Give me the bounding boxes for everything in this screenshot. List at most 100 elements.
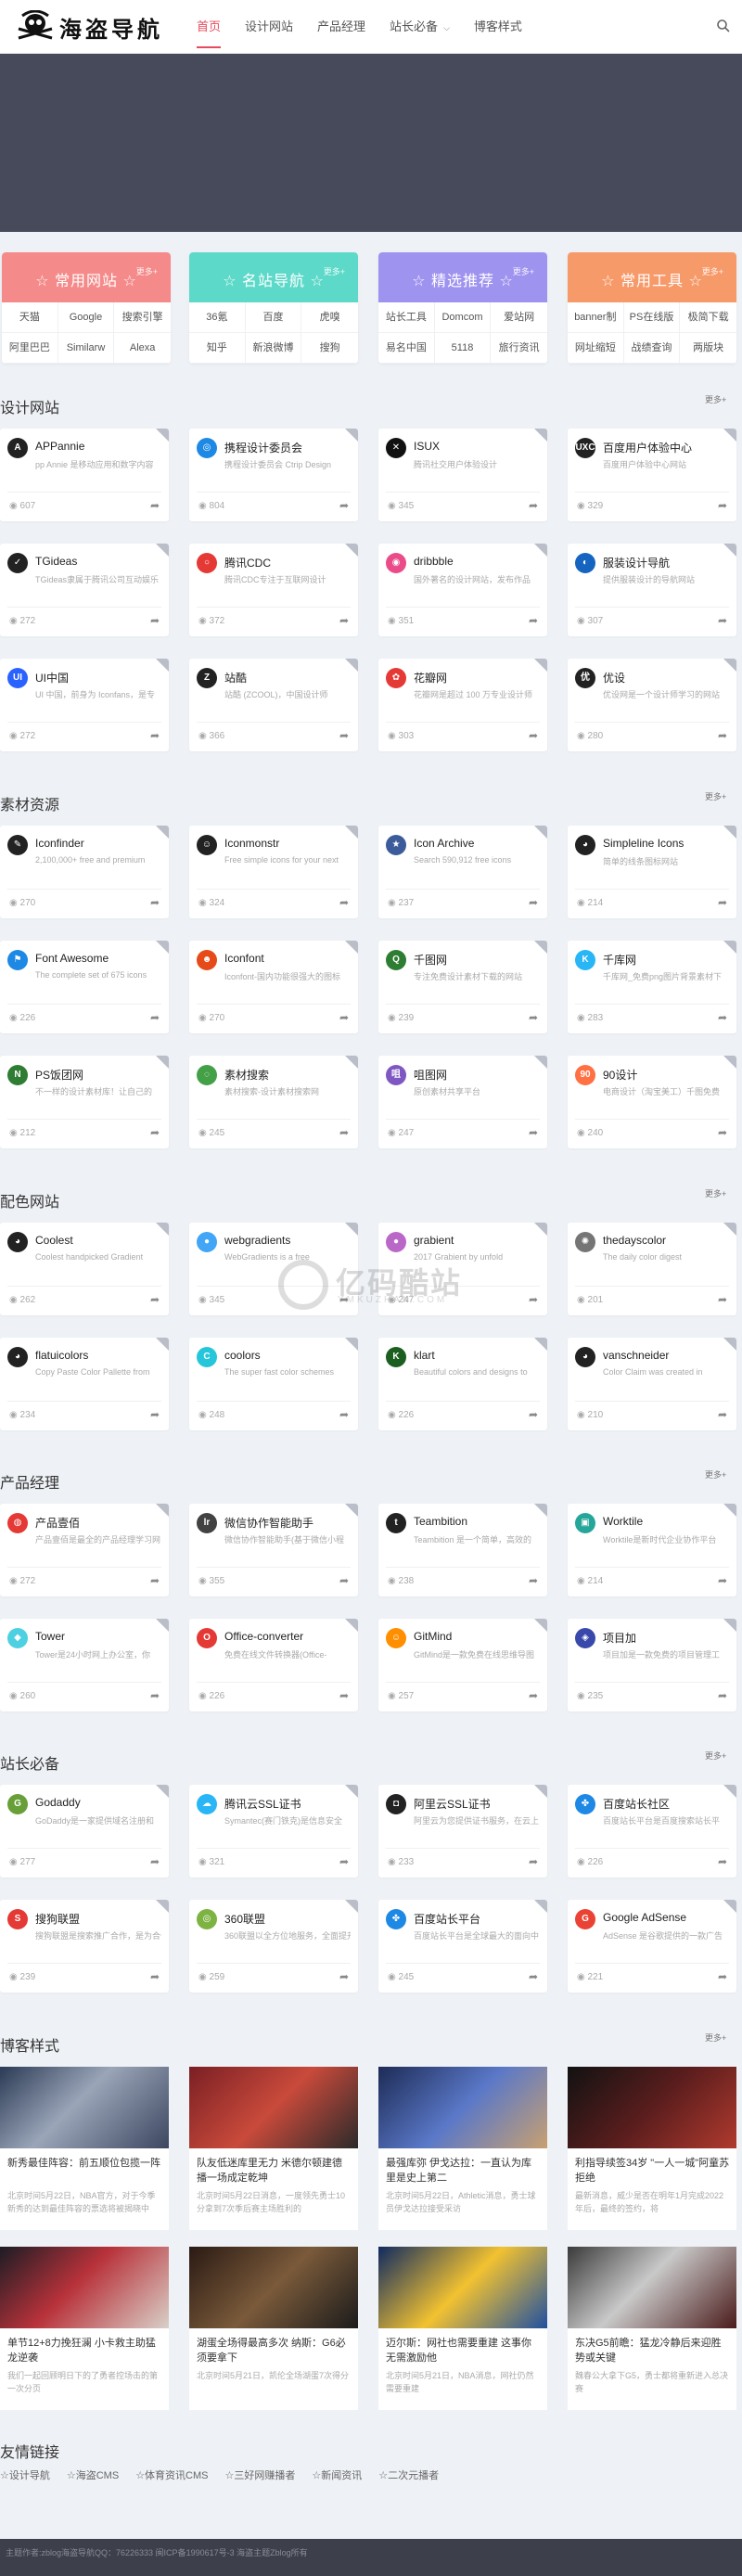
category-link[interactable]: 极简下载	[680, 302, 736, 333]
blog-post-title[interactable]: 湖蛋全场得最高多次 纳斯：G6必须要拿下	[197, 2336, 352, 2365]
blog-thumbnail[interactable]	[378, 2247, 547, 2328]
site-name[interactable]: Icon Archive	[414, 837, 534, 850]
site-name[interactable]: 站酷	[224, 670, 345, 686]
share-icon[interactable]: ➦	[150, 1970, 160, 1983]
share-icon[interactable]: ➦	[529, 729, 538, 742]
friend-link[interactable]: ☆新闻资讯	[312, 2467, 362, 2482]
category-link[interactable]: 阿里巴巴	[2, 333, 58, 364]
share-icon[interactable]: ➦	[529, 896, 538, 909]
site-card[interactable]: ☺ GitMind GitMind是一款免费在线思维导图 ◉ 257 ➦	[378, 1619, 547, 1711]
site-card[interactable]: ✿ 花瓣网 花瓣网是超过 100 万专业设计师 ◉ 303 ➦	[378, 659, 547, 751]
site-name[interactable]: 阿里云SSL证书	[414, 1796, 534, 1812]
site-card[interactable]: ★ Icon Archive Search 590,912 free icons…	[378, 826, 547, 918]
site-card[interactable]: K klart Beautiful colors and designs to …	[378, 1338, 547, 1430]
site-card[interactable]: N PS饭团网 不一样的设计素材库！让自己的 ◉ 212 ➦	[0, 1056, 169, 1148]
site-card[interactable]: ◕ flatuicolors Copy Paste Color Pallette…	[0, 1338, 169, 1430]
share-icon[interactable]: ➦	[718, 1408, 727, 1421]
share-icon[interactable]: ➦	[150, 1293, 160, 1306]
share-icon[interactable]: ➦	[718, 1574, 727, 1587]
site-card[interactable]: UXC 百度用户体验中心 百度用户体验中心网站 ◉ 329 ➦	[568, 429, 736, 521]
site-card[interactable]: C coolors The super fast color schemes ◉…	[189, 1338, 358, 1430]
site-card[interactable]: ◌ 素材搜索 素材搜索-设计素材搜索网 ◉ 245 ➦	[189, 1056, 358, 1148]
category-link[interactable]: 易名中国	[378, 333, 435, 364]
nav-home[interactable]: 首页	[197, 0, 222, 54]
share-icon[interactable]: ➦	[529, 1011, 538, 1024]
share-icon[interactable]: ➦	[529, 1855, 538, 1868]
site-card[interactable]: ✎ Iconfinder 2,100,000+ free and premium…	[0, 826, 169, 918]
site-card[interactable]: ◎ 携程设计委员会 携程设计委员会 Ctrip Design ◉ 804 ➦	[189, 429, 358, 521]
share-icon[interactable]: ➦	[150, 1855, 160, 1868]
category-link[interactable]: Domcom	[434, 302, 492, 333]
blog-thumbnail[interactable]	[0, 2067, 169, 2148]
category-more-link[interactable]: 更多+	[513, 265, 534, 277]
site-card[interactable]: t Teambition Teambition 是一个简单，高效的 ◉ 238 …	[378, 1504, 547, 1596]
site-name[interactable]: Simpleline Icons	[603, 837, 723, 850]
category-more-link[interactable]: 更多+	[702, 265, 723, 277]
site-card[interactable]: ✤ 百度站长社区 百度站长平台是百度搜索站长平 ◉ 226 ➦	[568, 1785, 736, 1878]
site-name[interactable]: Tower	[35, 1630, 156, 1643]
site-name[interactable]: 咀图网	[414, 1067, 534, 1083]
share-icon[interactable]: ➦	[150, 1126, 160, 1139]
share-icon[interactable]: ➦	[339, 729, 349, 742]
site-name[interactable]: Teambition	[414, 1515, 534, 1528]
category-link[interactable]: 知乎	[189, 333, 246, 364]
site-card[interactable]: 咀 咀图网 原创素材共享平台 ◉ 247 ➦	[378, 1056, 547, 1148]
site-name[interactable]: 优设	[603, 670, 723, 686]
nav-blog-style[interactable]: 博客样式	[474, 0, 522, 54]
site-name[interactable]: vanschneider	[603, 1349, 723, 1362]
share-icon[interactable]: ➦	[150, 1011, 160, 1024]
blog-thumbnail[interactable]	[378, 2067, 547, 2148]
section-more-link[interactable]: 更多+	[705, 393, 726, 405]
share-icon[interactable]: ➦	[529, 1126, 538, 1139]
share-icon[interactable]: ➦	[718, 1855, 727, 1868]
share-icon[interactable]: ➦	[150, 614, 160, 627]
share-icon[interactable]: ➦	[718, 1689, 727, 1702]
blog-thumbnail[interactable]	[568, 2247, 736, 2328]
blog-thumbnail[interactable]	[189, 2247, 358, 2328]
site-card[interactable]: G Godaddy GoDaddy是一家提供域名注册和 ◉ 277 ➦	[0, 1785, 169, 1878]
site-name[interactable]: GitMind	[414, 1630, 534, 1643]
site-card[interactable]: ◎ 360联盟 360联盟以全方位地服务，全面提升 ◉ 259 ➦	[189, 1900, 358, 1993]
site-name[interactable]: 服装设计导航	[603, 555, 723, 570]
friend-link[interactable]: ☆海盗CMS	[67, 2467, 119, 2482]
blog-post-card[interactable]: 最强库弥 伊戈达拉：一直认为库里是史上第二 北京时间5月22日，Athletic…	[378, 2067, 547, 2230]
section-more-link[interactable]: 更多+	[705, 790, 726, 802]
share-icon[interactable]: ➦	[718, 729, 727, 742]
site-name[interactable]: grabient	[414, 1234, 534, 1247]
site-card[interactable]: Q 千图网 专注免费设计素材下载的网站 ◉ 239 ➦	[378, 941, 547, 1033]
site-name[interactable]: 千库网	[603, 952, 723, 968]
site-name[interactable]: Font Awesome	[35, 952, 156, 965]
site-card[interactable]: ◕ Coolest Coolest handpicked Gradient ◉ …	[0, 1223, 169, 1315]
share-icon[interactable]: ➦	[339, 1574, 349, 1587]
site-name[interactable]: coolors	[224, 1349, 345, 1362]
category-link[interactable]: Google	[58, 302, 115, 333]
site-name[interactable]: Iconfont	[224, 952, 345, 965]
category-link[interactable]: 旅行资讯	[491, 333, 547, 364]
blog-post-title[interactable]: 迈尔斯：网社也需要重建 这事你无需激励他	[386, 2336, 542, 2365]
site-name[interactable]: 搜狗联盟	[35, 1911, 156, 1927]
category-link[interactable]: 网址缩短	[568, 333, 624, 364]
site-name[interactable]: 微信协作智能助手	[224, 1515, 345, 1531]
nav-product-manager[interactable]: 产品经理	[317, 0, 365, 54]
site-card[interactable]: G Google AdSense AdSense 是谷歌提供的一款广告 ◉ 22…	[568, 1900, 736, 1993]
section-more-link[interactable]: 更多+	[705, 1468, 726, 1480]
site-name[interactable]: dribbble	[414, 555, 534, 568]
site-card[interactable]: lr 微信协作智能助手 微信协作智能助手(基于微信小程 ◉ 355 ➦	[189, 1504, 358, 1596]
blog-post-title[interactable]: 单节12+8力挽狂澜 小卡救主助猛龙逆袭	[7, 2336, 163, 2365]
blog-post-title[interactable]: 最强库弥 伊戈达拉：一直认为库里是史上第二	[386, 2156, 542, 2185]
blog-post-card[interactable]: 东决G5前瞻：猛龙冷静后来迎胜势或关键 魏春公大拿下G5，勇士都将重新进入总决赛	[568, 2247, 736, 2410]
site-card[interactable]: K 千库网 千库网_免费png图片背景素材下 ◉ 283 ➦	[568, 941, 736, 1033]
share-icon[interactable]: ➦	[339, 1855, 349, 1868]
site-name[interactable]: Godaddy	[35, 1796, 156, 1809]
site-card[interactable]: 90 90设计 电商设计（淘宝美工）千图免费 ◉ 240 ➦	[568, 1056, 736, 1148]
site-card[interactable]: ◍ 产品壹佰 产品壹佰是最全的产品经理学习网 ◉ 272 ➦	[0, 1504, 169, 1596]
category-link[interactable]: 站长工具	[378, 302, 435, 333]
category-link[interactable]: 36氪	[189, 302, 246, 333]
site-card[interactable]: 优 优设 优设网是一个设计师学习的网站 ◉ 280 ➦	[568, 659, 736, 751]
share-icon[interactable]: ➦	[150, 1574, 160, 1587]
share-icon[interactable]: ➦	[718, 1970, 727, 1983]
share-icon[interactable]: ➦	[339, 1689, 349, 1702]
site-card[interactable]: ☺ Iconmonstr Free simple icons for your …	[189, 826, 358, 918]
site-name[interactable]: Google AdSense	[603, 1911, 723, 1924]
site-card[interactable]: ◆ Tower Tower是24小时网上办公室，你 ◉ 260 ➦	[0, 1619, 169, 1711]
